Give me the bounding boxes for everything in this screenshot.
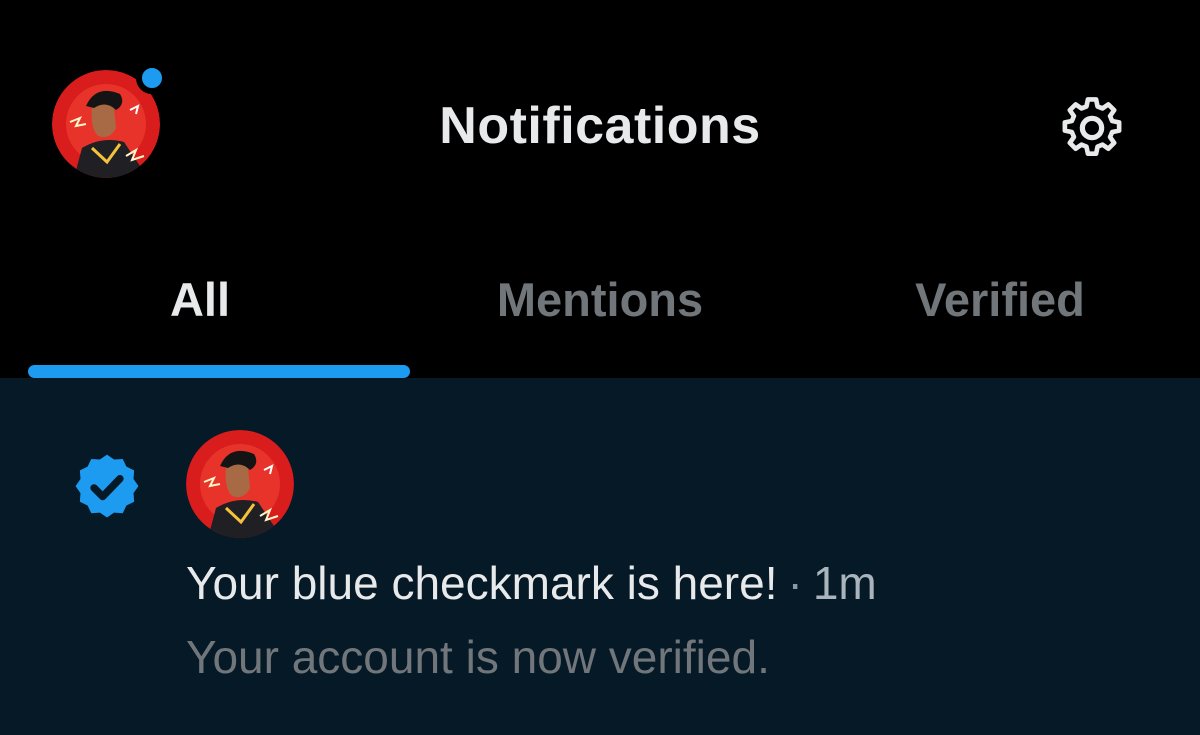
verified-check-icon — [75, 454, 139, 518]
active-tab-indicator — [28, 365, 410, 378]
gear-icon — [1062, 97, 1122, 156]
notification-avatar[interactable] — [186, 430, 294, 538]
notification-subtext: Your account is now verified. — [186, 631, 770, 683]
notification-time: 1m — [812, 557, 877, 609]
tab-all-label: All — [169, 273, 231, 326]
tab-verified[interactable]: Verified — [800, 250, 1200, 378]
unread-dot — [136, 62, 168, 94]
tab-all[interactable]: All — [0, 250, 400, 378]
notification-text: Your blue checkmark is here! — [186, 557, 778, 609]
tab-mentions[interactable]: Mentions — [400, 250, 800, 378]
tab-mentions-label: Mentions — [496, 273, 704, 326]
separator: · — [787, 557, 803, 609]
page-title: Notifications — [439, 97, 761, 155]
notifications-screen: Notifications All Mentions Verified Your… — [0, 0, 1200, 735]
notification-text-line: Your blue checkmark is here! · 1m — [186, 556, 877, 610]
tab-bar: All Mentions Verified — [0, 250, 1200, 378]
settings-button[interactable] — [1052, 88, 1132, 168]
header: Notifications — [0, 0, 1200, 250]
tab-verified-label: Verified — [915, 273, 1085, 326]
notification-item[interactable]: Your blue checkmark is here! · 1m Your acc… — [0, 378, 1200, 735]
